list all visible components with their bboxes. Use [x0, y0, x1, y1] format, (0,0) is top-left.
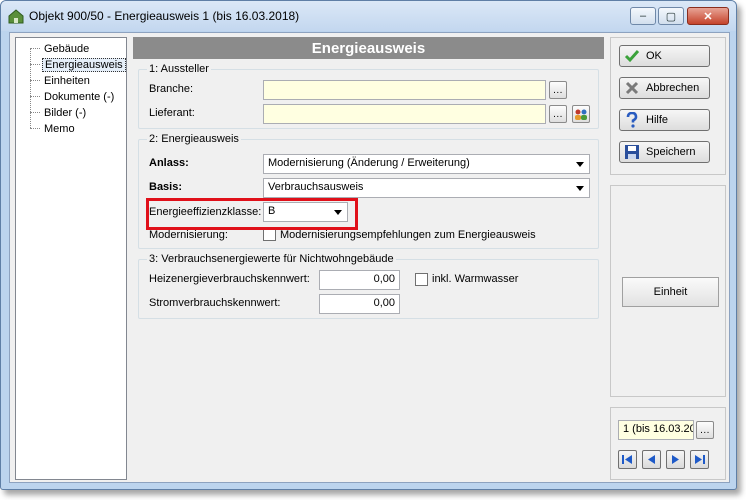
skip-last-icon	[695, 455, 705, 464]
tree-item-energieausweis[interactable]: Energieausweis	[30, 57, 126, 72]
previous-record-button[interactable]	[642, 450, 661, 469]
einheit-group: Einheit	[610, 185, 726, 397]
client-area: Gebäude Energieausweis Einheiten Dokumen…	[9, 32, 730, 483]
cancel-x-icon	[624, 80, 640, 96]
energieausweis-group-title: 2: Energieausweis	[147, 133, 241, 145]
heizenergie-input[interactable]: 0,00	[319, 270, 400, 290]
next-icon	[672, 455, 679, 464]
abbrechen-label: Abbrechen	[646, 82, 700, 94]
warmwasser-checkbox-label[interactable]: inkl. Warmwasser	[432, 273, 518, 285]
stromverbrauch-input[interactable]: 0,00	[319, 294, 400, 314]
close-icon: ✕	[703, 10, 713, 23]
basis-label: Basis:	[149, 181, 183, 193]
help-question-icon	[624, 112, 640, 128]
previous-icon	[648, 455, 655, 464]
minimize-icon: –	[639, 10, 647, 22]
application-window: Objekt 900/50 - Energieausweis 1 (bis 16…	[0, 0, 737, 490]
record-current-input[interactable]: 1 (bis 16.03.2018)	[618, 420, 694, 440]
annotation-highlight-box	[146, 198, 358, 230]
tree-item-label: Memo	[44, 122, 75, 135]
last-record-button[interactable]	[690, 450, 709, 469]
tree-item-bilder[interactable]: Bilder (-)	[30, 105, 88, 120]
chevron-down-icon	[576, 186, 584, 191]
floppy-disk-icon	[624, 144, 640, 160]
tree-item-einheiten[interactable]: Einheiten	[30, 73, 92, 88]
einheit-button[interactable]: Einheit	[622, 277, 719, 307]
window-title: Objekt 900/50 - Energieausweis 1 (bis 16…	[29, 9, 300, 23]
checkmark-icon	[624, 48, 640, 64]
action-panel: OK Abbrechen Hilfe Speichern Einheit 1 (…	[610, 37, 726, 480]
tree-item-memo[interactable]: Memo	[30, 121, 77, 136]
branche-label: Branche:	[149, 83, 194, 95]
branche-browse-button[interactable]: ...	[549, 81, 567, 99]
tree-item-gebaeude[interactable]: Gebäude	[30, 41, 91, 56]
warmwasser-checkbox[interactable]	[415, 273, 428, 286]
next-record-button[interactable]	[666, 450, 685, 469]
ok-button[interactable]: OK	[619, 45, 710, 67]
ok-label: OK	[646, 50, 662, 62]
tree-item-label: Einheiten	[44, 74, 90, 87]
house-app-icon	[8, 9, 24, 24]
minimize-button[interactable]: –	[630, 7, 656, 25]
stromverbrauch-label: Stromverbrauchskennwert:	[149, 297, 281, 309]
maximize-icon: ▢	[665, 10, 677, 23]
modernisierung-label: Modernisierung:	[149, 229, 228, 241]
main-panel: Energieausweis 1: Aussteller Branche: ..…	[133, 37, 604, 480]
anlass-value: Modernisierung (Änderung / Erweiterung)	[268, 157, 470, 169]
close-button[interactable]: ✕	[687, 7, 729, 25]
lieferant-input[interactable]	[263, 104, 546, 124]
lieferant-label: Lieferant:	[149, 107, 195, 119]
tree-item-label: Gebäude	[44, 42, 90, 55]
basis-select[interactable]: Verbrauchsausweis	[263, 178, 590, 198]
contacts-icon	[575, 109, 587, 120]
anlass-select[interactable]: Modernisierung (Änderung / Erweiterung)	[263, 154, 590, 174]
hilfe-label: Hilfe	[646, 114, 669, 126]
speichern-button[interactable]: Speichern	[619, 141, 710, 163]
basis-value: Verbrauchsausweis	[268, 181, 364, 193]
tree-item-label: Bilder (-)	[44, 106, 87, 119]
page-title: Energieausweis	[133, 37, 604, 59]
record-browse-button[interactable]: ...	[696, 421, 714, 439]
aussteller-group: 1: Aussteller Branche: ... Lieferant: ..…	[138, 63, 599, 129]
tree-item-label: Energieausweis	[42, 57, 126, 72]
record-navigator: 1 (bis 16.03.2018) ...	[610, 407, 726, 480]
abbrechen-button[interactable]: Abbrechen	[619, 77, 710, 99]
verbrauch-group-title: 3: Verbrauchsenergiewerte für Nichtwohng…	[147, 253, 396, 265]
branche-input[interactable]	[263, 80, 546, 100]
heizenergie-label: Heizenergieverbrauchskennwert:	[149, 273, 310, 285]
anlass-label: Anlass:	[149, 157, 189, 169]
speichern-label: Speichern	[646, 146, 696, 158]
aussteller-group-title: 1: Aussteller	[147, 63, 211, 75]
contacts-button[interactable]	[572, 105, 590, 123]
tree-item-label: Dokumente (-)	[44, 90, 115, 103]
energieausweis-group: 2: Energieausweis Anlass: Modernisierung…	[138, 133, 599, 249]
navigation-tree: Gebäude Energieausweis Einheiten Dokumen…	[15, 37, 127, 480]
modernisierung-checkbox-label[interactable]: Modernisierungsempfehlungen zum Energiea…	[280, 229, 536, 241]
chevron-down-icon	[576, 162, 584, 167]
command-button-group: OK Abbrechen Hilfe Speichern	[610, 37, 726, 175]
first-record-button[interactable]	[618, 450, 637, 469]
tree-item-dokumente[interactable]: Dokumente (-)	[30, 89, 116, 104]
title-bar[interactable]: Objekt 900/50 - Energieausweis 1 (bis 16…	[1, 1, 736, 31]
verbrauch-group: 3: Verbrauchsenergiewerte für Nichtwohng…	[138, 253, 599, 319]
lieferant-browse-button[interactable]: ...	[549, 105, 567, 123]
skip-first-icon	[622, 455, 632, 464]
maximize-button[interactable]: ▢	[658, 7, 684, 25]
hilfe-button[interactable]: Hilfe	[619, 109, 710, 131]
